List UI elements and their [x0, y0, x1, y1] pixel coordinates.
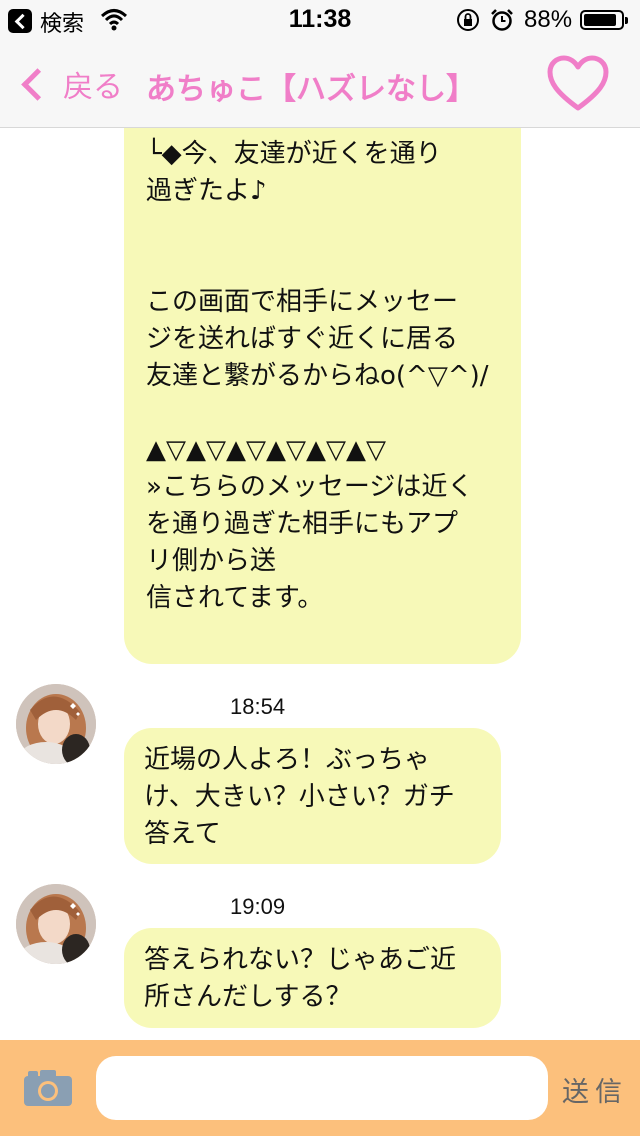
message-list[interactable]: └◆今、友達が近くを通り 過ぎたよ♪ この画面で相手にメッセー ジを送ればすぐ近くに… [0, 128, 640, 1040]
heart-icon[interactable] [546, 54, 610, 114]
message-line [146, 247, 509, 284]
chat-partner-name: あちゅこ【ハズレなし】 [146, 72, 476, 107]
status-bar: 検索 11:38 88% [0, 0, 640, 40]
message-line: 過ぎたよ♪ [146, 176, 267, 206]
message-line: 信されてます。 [146, 583, 324, 613]
navigation-bar: 戻る あちゅこ【ハズレなし】 [0, 40, 640, 128]
message-text: 近場の人よろ！ぶっちゃ け、大きい？小さい？ガチ 答えて [144, 742, 481, 853]
back-button[interactable]: 戻る [14, 62, 123, 106]
message-line [146, 210, 509, 247]
avatar[interactable] [16, 884, 96, 964]
send-button[interactable]: 送信 [562, 1070, 628, 1109]
message-bubble: 近場の人よろ！ぶっちゃ け、大きい？小さい？ガチ 答えて [124, 728, 501, 864]
message-text: 答えられない？じゃあご近 所さんだしする？ [144, 942, 481, 1016]
back-button-label: 戻る [63, 70, 123, 105]
alarm-icon [491, 9, 513, 31]
message-line: 近場の人よろ！ぶっちゃ [144, 745, 431, 775]
system-message-text: └◆今、友達が近くを通り 過ぎたよ♪ この画面で相手にメッセー ジを送ればすぐ近くに… [146, 136, 509, 617]
message-line: ▲▽▲▽▲▽▲▽▲▽▲▽ [146, 435, 386, 465]
orientation-lock-icon [457, 9, 479, 31]
message-line: け、大きい？小さい？ガチ [144, 782, 455, 812]
message-timestamp: 18:54 [230, 694, 286, 719]
message-line: 友達と繋がるからねo(^▽^)/ [146, 361, 489, 391]
message-input-bar: 送信 [0, 1040, 640, 1136]
message-input[interactable] [96, 1056, 548, 1120]
camera-icon[interactable] [22, 1068, 74, 1108]
message-line: 答えて [144, 819, 221, 849]
message-line: ジを送ればすぐ近くに居る [146, 324, 459, 354]
chevron-left-icon [21, 67, 54, 101]
battery-icon [580, 10, 628, 30]
message-line: リ側から送 [146, 546, 277, 576]
avatar[interactable] [16, 684, 96, 764]
message-line: »こちらのメッセージは近く [146, 472, 474, 502]
message-line [146, 395, 509, 432]
message-line: └◆今、友達が近くを通り [146, 139, 442, 169]
battery-percent: 88% [524, 6, 573, 33]
message-line: を通り過ぎた相手にもアプ [146, 509, 459, 539]
message-bubble: 答えられない？じゃあご近 所さんだしする？ [124, 928, 501, 1028]
message-line: この画面で相手にメッセー [146, 287, 459, 317]
battery-level-fill [584, 14, 616, 26]
message-line: 答えられない？じゃあご近 [144, 945, 457, 975]
message-timestamp: 19:09 [230, 894, 286, 919]
system-message-bubble: └◆今、友達が近くを通り 過ぎたよ♪ この画面で相手にメッセー ジを送ればすぐ近くに… [124, 128, 521, 664]
message-line: 所さんだしする？ [144, 982, 352, 1012]
